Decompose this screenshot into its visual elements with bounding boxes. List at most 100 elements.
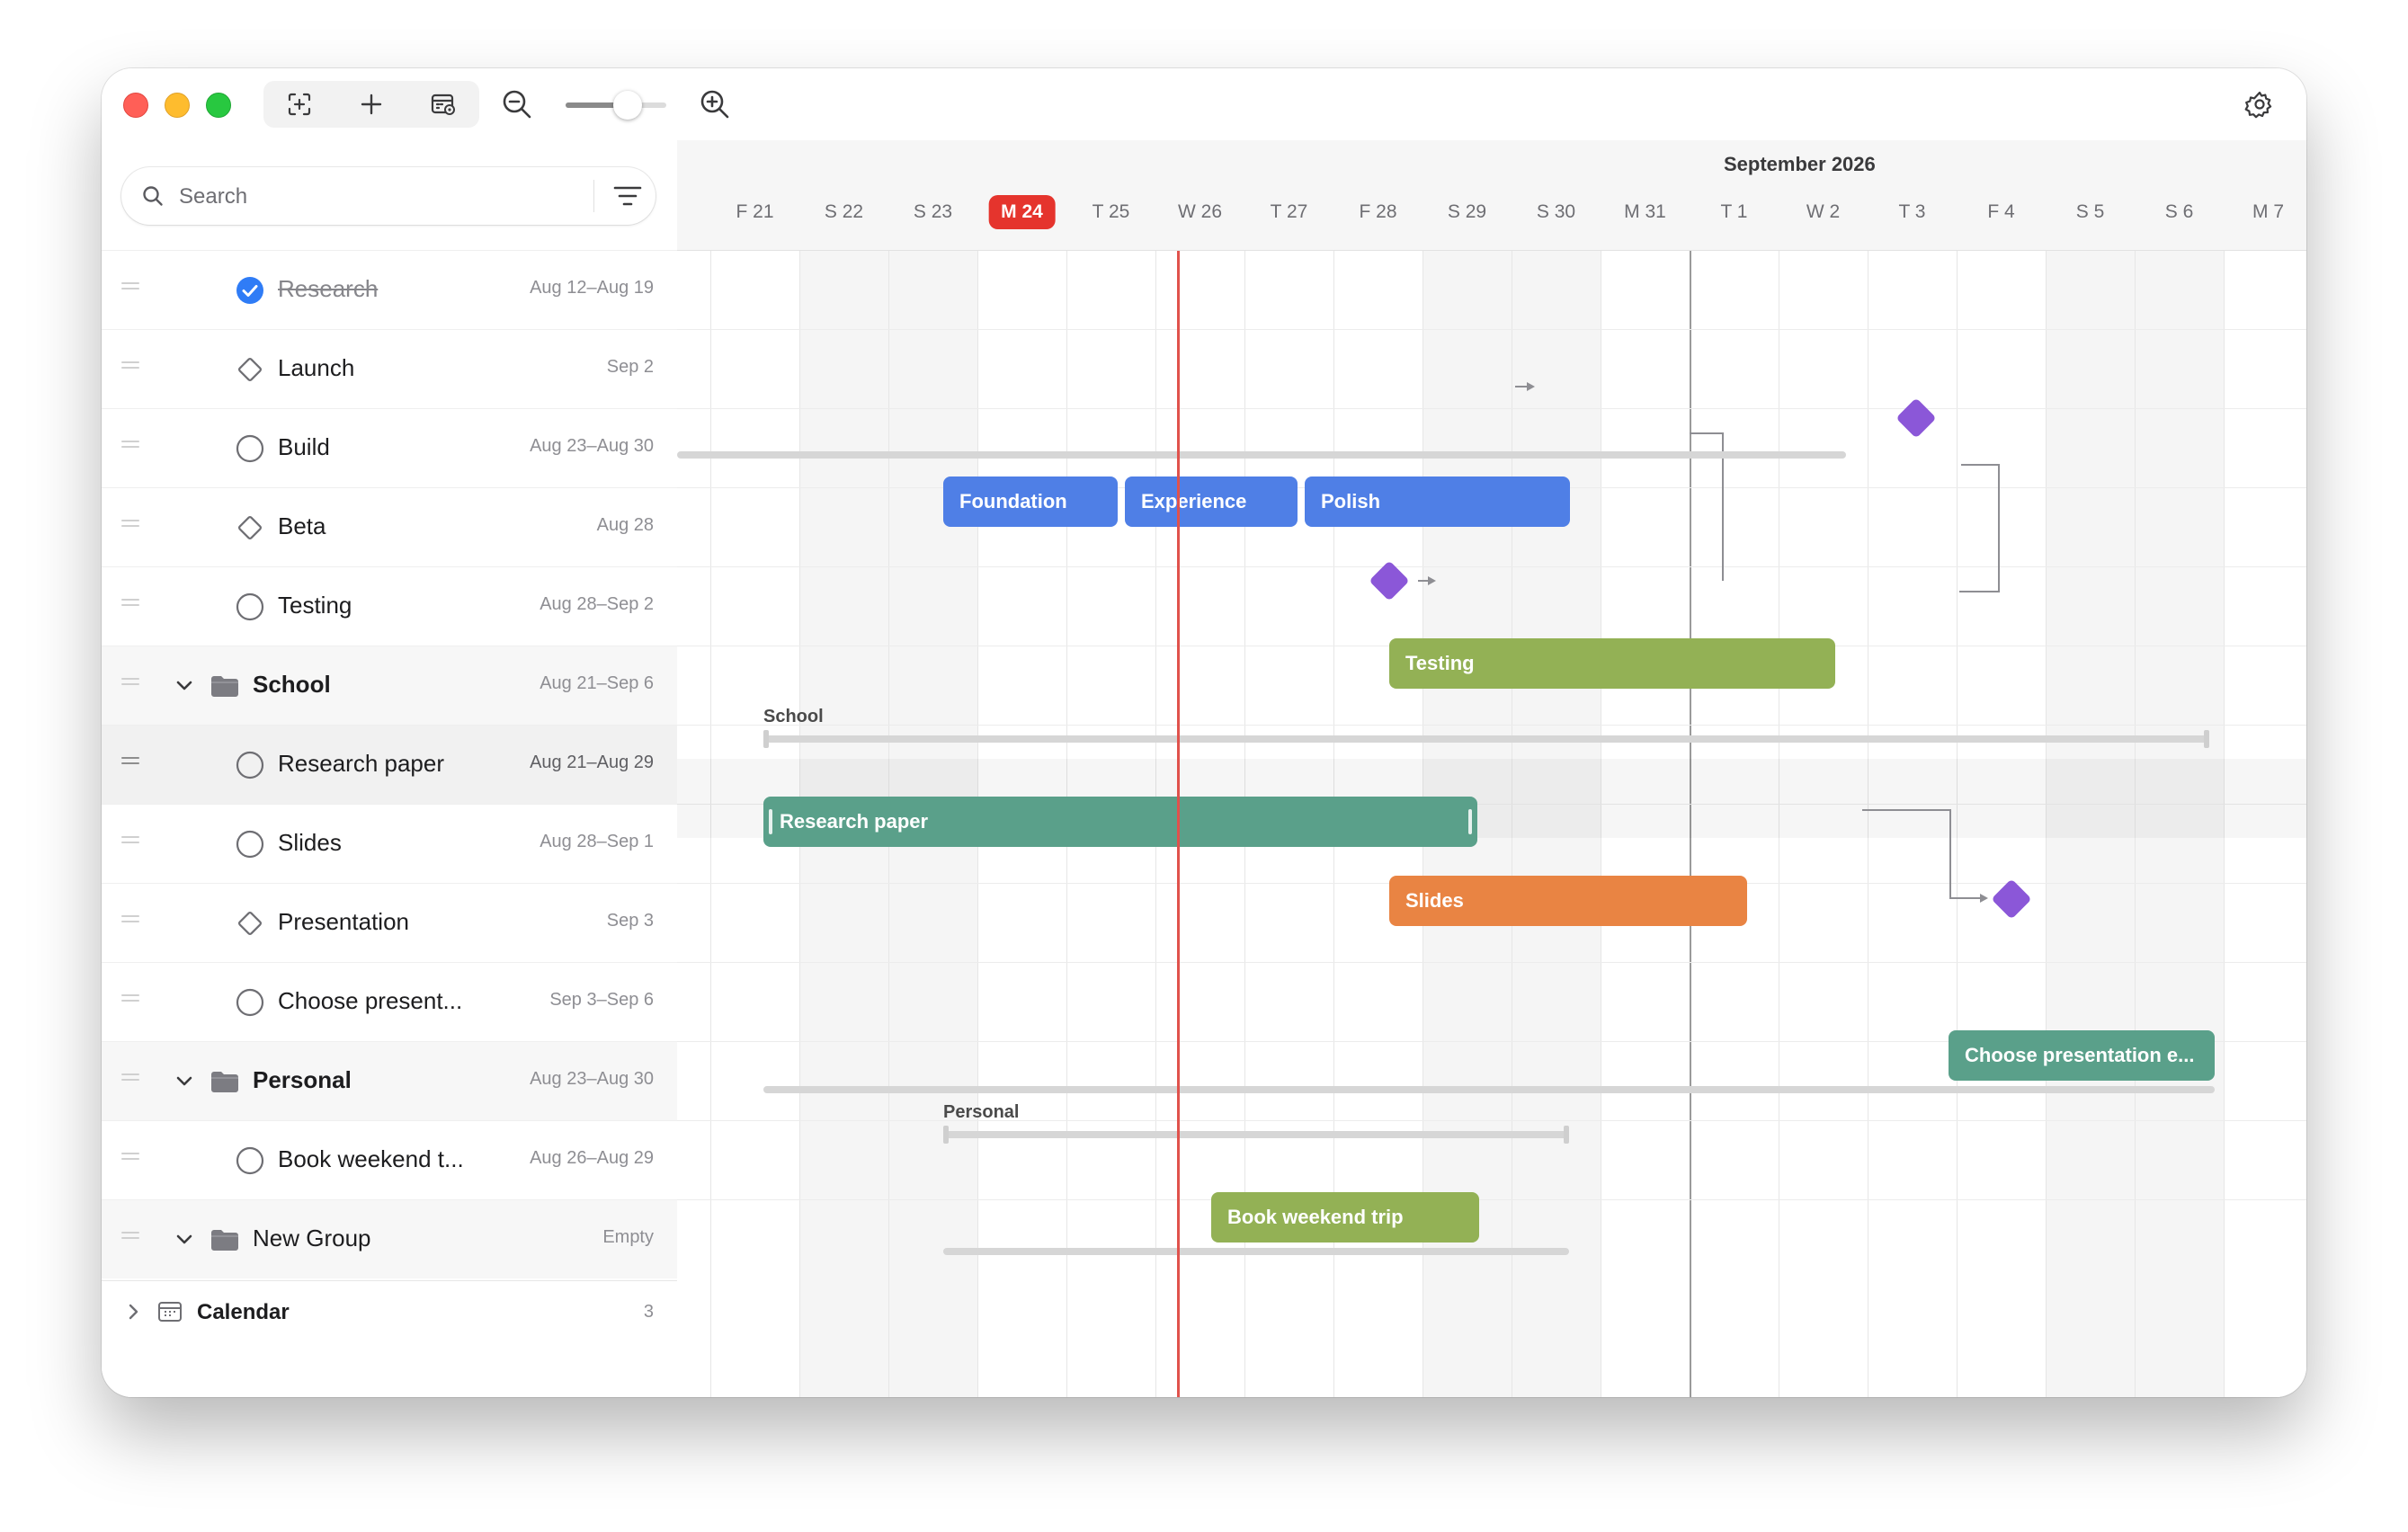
chevron-down-icon[interactable] [172, 1069, 197, 1094]
drag-handle-icon[interactable] [121, 757, 139, 770]
milestone-diamond-icon[interactable] [235, 908, 265, 939]
task-row[interactable]: Beta Aug 28 [102, 487, 677, 566]
task-row[interactable]: Research paper Aug 21–Aug 29 [102, 725, 677, 804]
row-title: Choose present... [278, 987, 463, 1014]
zoom-slider-knob[interactable] [613, 91, 643, 120]
row-date-range: Aug 21–Sep 6 [540, 673, 654, 693]
month-label: September 2026 [1724, 153, 1876, 175]
search-input[interactable]: Search [179, 184, 247, 209]
calendar-section[interactable]: Calendar 3 [102, 1280, 677, 1342]
add-button[interactable] [335, 81, 407, 128]
incomplete-circle-icon[interactable] [235, 433, 265, 464]
day-label: T 3 [1898, 201, 1926, 222]
minimize-window-button[interactable] [165, 93, 190, 118]
task-row[interactable]: Launch Sep 2 [102, 329, 677, 408]
drag-handle-icon[interactable] [121, 994, 139, 1007]
bar-research-paper[interactable]: Research paper [763, 797, 1477, 847]
row-date-range: Aug 28–Sep 1 [540, 832, 654, 851]
group-row[interactable]: Personal Aug 23–Aug 30 [102, 1041, 677, 1120]
zoom-slider[interactable] [566, 91, 666, 120]
row-title: School [253, 671, 331, 698]
drag-handle-icon[interactable] [121, 520, 139, 532]
bar-choose-presentation[interactable]: Choose presentation e... [1949, 1030, 2215, 1081]
drag-handle-icon[interactable] [121, 1153, 139, 1165]
calendar-settings-button[interactable] [407, 81, 479, 128]
day-label: S 30 [1536, 201, 1576, 222]
drag-handle-icon[interactable] [121, 1232, 139, 1244]
day-label: M 31 [1624, 201, 1666, 222]
checkmark-circle-icon[interactable] [235, 275, 265, 306]
task-row[interactable]: Choose present... Sep 3–Sep 6 [102, 962, 677, 1041]
day-label: W 26 [1177, 201, 1223, 222]
folder-icon [211, 1072, 238, 1092]
zoom-in-icon[interactable] [699, 88, 731, 120]
calendar-count: 3 [643, 1302, 654, 1322]
drag-handle-icon[interactable] [121, 915, 139, 928]
drag-handle-icon[interactable] [121, 836, 139, 849]
day-label: S 23 [913, 201, 953, 222]
group-row[interactable]: New Group Empty [102, 1199, 677, 1278]
bar-book-weekend-trip[interactable]: Book weekend trip [1211, 1192, 1479, 1243]
incomplete-circle-icon[interactable] [235, 1145, 265, 1176]
chevron-down-icon[interactable] [172, 1227, 197, 1252]
incomplete-circle-icon[interactable] [235, 750, 265, 780]
filter-icon[interactable] [612, 183, 643, 209]
summary-bar-personal [943, 1126, 1569, 1144]
task-row[interactable]: Research Aug 12–Aug 19 [102, 250, 677, 329]
drag-handle-icon[interactable] [121, 282, 139, 295]
day-label: S 29 [1447, 201, 1487, 222]
task-row[interactable]: Presentation Sep 3 [102, 883, 677, 962]
bar-slides[interactable]: Slides [1389, 876, 1747, 926]
day-label: S 6 [2164, 201, 2194, 222]
search-separator [593, 180, 594, 212]
drag-handle-icon[interactable] [121, 678, 139, 690]
row-date-range: Aug 26–Aug 29 [530, 1148, 654, 1168]
group-row[interactable]: School Aug 21–Sep 6 [102, 646, 677, 725]
app-window: Search Research Aug 12–Aug 19 Launch Sep 2 B… [102, 68, 2306, 1397]
bar-foundation[interactable]: Foundation [943, 477, 1118, 527]
bar-research-paper-label: Research paper [780, 810, 929, 833]
close-window-button[interactable] [123, 93, 148, 118]
timeline-header: September 2026 20F 21S 22S 23M 24T 25W 2… [677, 140, 2306, 251]
row-date-range: Aug 28 [596, 515, 654, 535]
day-label: S 22 [824, 201, 864, 222]
day-label: S 5 [2075, 201, 2105, 222]
task-row[interactable]: Book weekend t... Aug 26–Aug 29 [102, 1120, 677, 1199]
zoom-window-button[interactable] [206, 93, 231, 118]
resize-handle-end[interactable] [1468, 809, 1472, 834]
bar-testing[interactable]: Testing [1389, 638, 1835, 689]
search-field[interactable]: Search [121, 167, 656, 225]
drag-handle-icon[interactable] [121, 599, 139, 611]
drag-handle-icon[interactable] [121, 441, 139, 453]
gantt-timeline[interactable]: September 2026 20F 21S 22S 23M 24T 25W 2… [677, 140, 2306, 1397]
milestone-diamond-icon[interactable] [235, 512, 265, 543]
dependency-connectors [1418, 382, 2000, 903]
focus-icon [288, 93, 311, 116]
bar-experience[interactable]: Experience [1125, 477, 1298, 527]
task-row[interactable]: Testing Aug 28–Sep 2 [102, 566, 677, 646]
chevron-down-icon[interactable] [172, 673, 197, 699]
row-date-range: Sep 3 [606, 911, 654, 931]
drag-handle-icon[interactable] [121, 1073, 139, 1086]
task-row[interactable]: Build Aug 23–Aug 30 [102, 408, 677, 487]
bar-polish[interactable]: Polish [1305, 477, 1570, 527]
chevron-right-icon[interactable] [121, 1299, 147, 1324]
gear-icon[interactable] [2243, 88, 2276, 120]
resize-handle-start[interactable] [769, 809, 772, 834]
row-title: Research paper [278, 750, 444, 777]
drag-handle-icon[interactable] [121, 361, 139, 374]
summary-cap-end [1564, 1126, 1569, 1144]
incomplete-circle-icon[interactable] [235, 987, 265, 1018]
zoom-out-icon[interactable] [501, 88, 533, 120]
incomplete-circle-icon[interactable] [235, 592, 265, 622]
row-title: New Group [253, 1225, 371, 1251]
folder-icon [211, 1230, 238, 1251]
task-row[interactable]: Slides Aug 28–Sep 1 [102, 804, 677, 883]
milestone-diamond-icon[interactable] [235, 354, 265, 385]
row-date-range: Aug 12–Aug 19 [530, 278, 654, 298]
summary-bar-personal-bottom [943, 1248, 1569, 1255]
incomplete-circle-icon[interactable] [235, 829, 265, 860]
day-label: W 2 [1806, 201, 1841, 222]
focus-button[interactable] [263, 81, 335, 128]
summary-bar-school-bottom [763, 1086, 2215, 1093]
